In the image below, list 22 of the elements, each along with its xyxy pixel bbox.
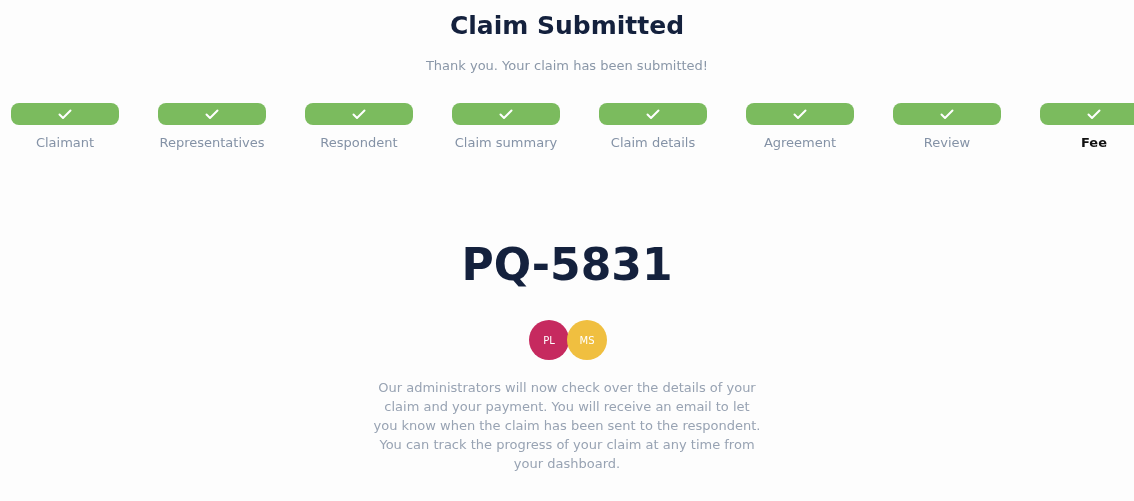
step-label: Respondent xyxy=(320,135,398,150)
check-icon xyxy=(205,108,219,120)
subtitle: Thank you. Your claim has been submitted! xyxy=(425,58,709,73)
step-label: Claim details xyxy=(610,135,696,150)
step-label: Agreement xyxy=(763,135,837,150)
step-label: Claim summary xyxy=(454,135,558,150)
check-icon xyxy=(646,108,660,120)
confirmation-message: Our administrators will now check over the details of your claim and your payment. You will receive an email to let you know when the claim has been sent to the respondent. You can track the progress of your claim at any time from your dashboard. xyxy=(372,379,762,473)
page-title: Claim Submitted xyxy=(449,10,685,42)
step-label: Fee xyxy=(1081,135,1107,150)
avatar: PL xyxy=(529,320,569,360)
avatar: MS xyxy=(567,320,607,360)
check-icon xyxy=(793,108,807,120)
step-label: Claimant xyxy=(35,135,95,150)
check-icon xyxy=(1087,108,1101,120)
claim-number: PQ-5831 xyxy=(461,238,673,292)
check-icon xyxy=(352,108,366,120)
step-label: Review xyxy=(923,135,971,150)
check-icon xyxy=(940,108,954,120)
check-icon xyxy=(499,108,513,120)
check-icon xyxy=(58,108,72,120)
step-label: Representatives xyxy=(159,135,265,150)
